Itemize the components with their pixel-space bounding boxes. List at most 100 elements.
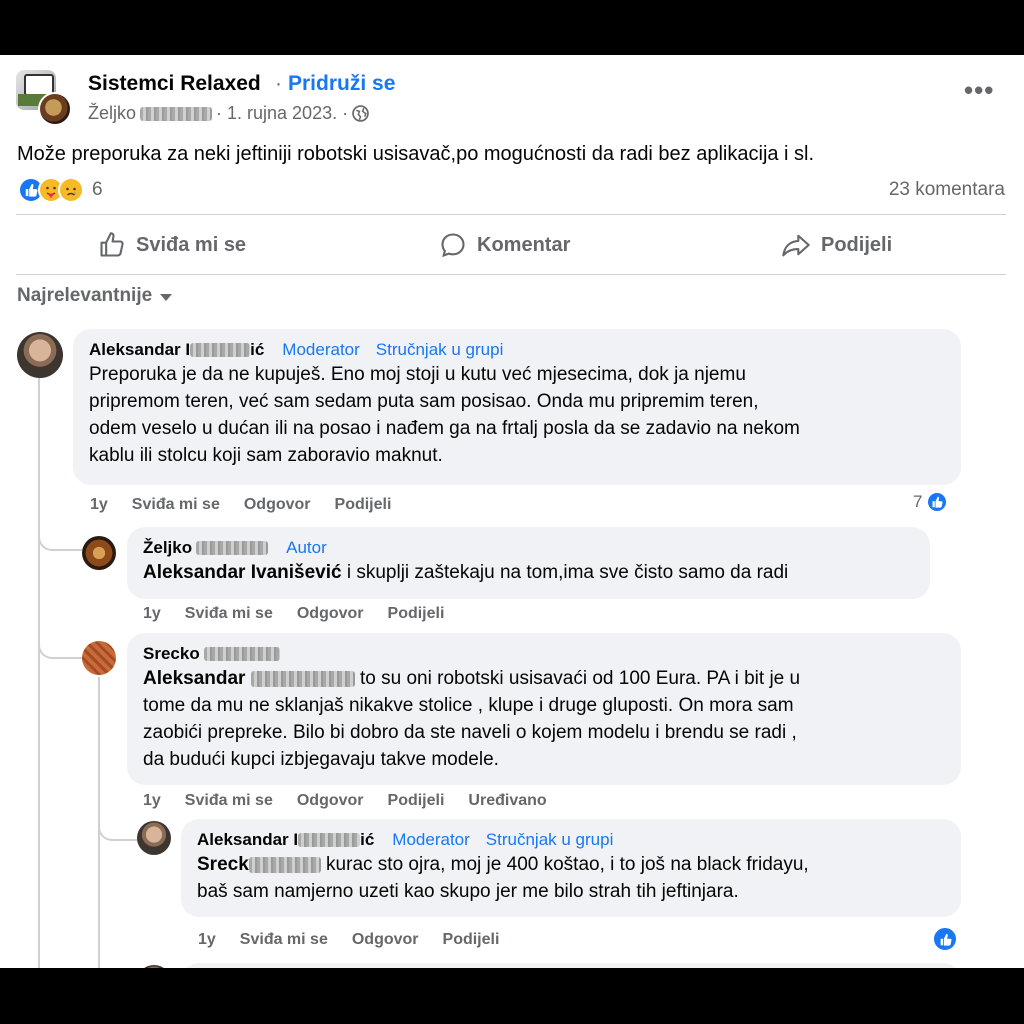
thread-connector [38, 633, 84, 659]
author-name-suffix: ić [250, 340, 265, 359]
author-name-suffix: ić [360, 830, 375, 849]
like-button[interactable]: Sviđa mi se [98, 231, 246, 259]
author-name[interactable]: Željko [88, 103, 136, 124]
comment-line: tome da mu ne sklanjaš nikakve stolice ,… [143, 695, 794, 716]
like-reaction-icon [932, 926, 958, 952]
comment-author[interactable]: Aleksandar I ić Moderator Stručnjak u gr… [197, 829, 945, 851]
comment-bubble: Željko Autor Aleksandar Ivanišević i sku… [127, 527, 930, 599]
comment-actions: 1y Sviđa mi se Odgovor Podijeli [198, 931, 499, 949]
comment-share-button[interactable]: Podijeli [388, 605, 445, 623]
comment-like-button[interactable]: Sviđa mi se [185, 605, 273, 623]
post-actions-bar: Sviđa mi se Komentar Podijeli [16, 215, 1006, 275]
comment-time[interactable]: 1y [198, 931, 216, 949]
comment-line-rest: to su oni robotski usisavaći od 100 Eura… [360, 668, 801, 689]
comment-bubble: Aleksandar I ić Moderator Stručnjak u gr… [73, 329, 961, 485]
blurred-surname [298, 833, 361, 847]
moderator-badge[interactable]: Moderator [392, 830, 469, 850]
comment-share-button[interactable]: Podijeli [335, 496, 392, 514]
commenter-avatar[interactable] [137, 965, 171, 968]
mention-link[interactable]: Sreck [197, 854, 249, 875]
comment-like-count[interactable]: 7 [913, 491, 949, 513]
like-reaction-icon [926, 491, 949, 513]
author-name-prefix: Željko [143, 538, 193, 557]
mention-link[interactable]: Aleksandar [143, 668, 245, 689]
sort-dropdown[interactable]: Najrelevantnije [17, 285, 173, 307]
post-meta: Željko · 1. rujna 2023. · [88, 103, 369, 124]
like-button-label: Sviđa mi se [136, 233, 247, 256]
comment-count[interactable]: 23 komentara [889, 179, 1005, 201]
edited-label[interactable]: Uređivano [468, 792, 546, 810]
more-options-icon[interactable]: ••• [964, 77, 994, 103]
mention-link[interactable]: Aleksandar Ivanišević [143, 562, 342, 583]
comment-line: i skuplji zaštekaju na tom,ima sve čisto… [341, 562, 789, 583]
like-count-value: 7 [913, 492, 923, 511]
group-name[interactable]: Sistemci Relaxed [88, 72, 261, 96]
comment-author[interactable]: Srecko [143, 643, 945, 665]
comment-bubble [181, 963, 961, 968]
reactions-summary[interactable]: 6 [18, 177, 103, 203]
comment-reply-button[interactable]: Odgovor [244, 496, 311, 514]
comment-button[interactable]: Komentar [439, 231, 570, 259]
comment-reply-button[interactable]: Odgovor [297, 792, 364, 810]
comment-reply-button[interactable]: Odgovor [352, 931, 419, 949]
comment-text: Preporuka je da ne kupuješ. Eno moj stoj… [89, 361, 945, 469]
author-avatar[interactable] [38, 92, 72, 126]
blurred-surname [196, 541, 269, 555]
comment-author[interactable]: Željko Autor [143, 537, 914, 559]
comment-share-button[interactable]: Podijeli [388, 792, 445, 810]
comment-line-rest: kurac sto ojra, moj je 400 koštao, i to … [320, 854, 809, 875]
comment-line: Preporuka je da ne kupuješ. Eno moj stoj… [89, 364, 746, 385]
comment-like-button[interactable]: Sviđa mi se [185, 792, 273, 810]
comment-bubble: Aleksandar I ić Moderator Stručnjak u gr… [181, 819, 961, 917]
comment-line: odem veselo u dućan ili na posao i nađem… [89, 418, 800, 439]
reaction-count[interactable]: 6 [92, 179, 103, 201]
expert-badge[interactable]: Stručnjak u grupi [486, 830, 614, 850]
comment-button-label: Komentar [477, 233, 571, 256]
author-name-prefix: Aleksandar I [89, 340, 191, 359]
join-group-link[interactable]: Pridruži se [288, 72, 395, 96]
comment-time[interactable]: 1y [90, 496, 108, 514]
comment-time[interactable]: 1y [143, 792, 161, 810]
comment-text: Aleksandar to su oni robotski usisavaći … [143, 665, 945, 773]
header-separator: · [275, 72, 282, 95]
commenter-avatar[interactable] [17, 332, 63, 378]
share-button[interactable]: Podijeli [781, 231, 892, 259]
comment-like-button[interactable]: Sviđa mi se [240, 931, 328, 949]
author-name-prefix: Aleksandar I [197, 830, 299, 849]
comment-author[interactable]: Aleksandar I ić Moderator Stručnjak u gr… [89, 339, 945, 361]
thread-line [38, 373, 40, 968]
commenter-avatar[interactable] [137, 821, 171, 855]
sad-reaction-icon [58, 177, 84, 203]
comment-like-count[interactable] [932, 926, 958, 952]
thumbs-up-icon [100, 232, 124, 257]
comment-time[interactable]: 1y [143, 605, 161, 623]
blurred-surname [203, 647, 280, 661]
comment-bubble: Srecko Aleksandar to su oni robotski usi… [127, 633, 961, 785]
author-name-prefix: Srecko [143, 644, 200, 663]
group-avatar[interactable] [16, 70, 72, 126]
comment-like-button[interactable]: Sviđa mi se [132, 496, 220, 514]
post-date[interactable]: · 1. rujna 2023. · [216, 103, 348, 124]
moderator-badge[interactable]: Moderator [282, 340, 359, 360]
share-arrow-icon [782, 234, 810, 257]
comment-actions: 1y Sviđa mi se Odgovor Podijeli [90, 496, 391, 514]
globe-icon [352, 105, 369, 122]
divider [16, 274, 1006, 275]
share-button-label: Podijeli [821, 233, 893, 256]
comment-share-button[interactable]: Podijeli [443, 931, 500, 949]
author-badge[interactable]: Autor [286, 538, 327, 558]
blurred-surname [248, 856, 321, 873]
comment-reply-button[interactable]: Odgovor [297, 605, 364, 623]
expert-badge[interactable]: Stručnjak u grupi [376, 340, 504, 360]
blurred-surname [140, 106, 213, 121]
post-screen: Sistemci Relaxed · Pridruži se Željko · … [0, 55, 1024, 968]
commenter-avatar[interactable] [82, 641, 116, 675]
comment-text: Sreck kurac sto ojra, moj je 400 koštao,… [197, 851, 945, 905]
sort-label: Najrelevantnije [17, 285, 153, 306]
comment-line: Sreck kurac sto ojra, moj je 400 koštao,… [197, 851, 945, 878]
commenter-avatar[interactable] [82, 536, 116, 570]
thread-connector [98, 805, 140, 841]
comment-text: Aleksandar Ivanišević i skuplji zaštekaj… [143, 559, 914, 586]
blurred-surname [250, 670, 355, 687]
caret-down-icon [160, 293, 173, 301]
